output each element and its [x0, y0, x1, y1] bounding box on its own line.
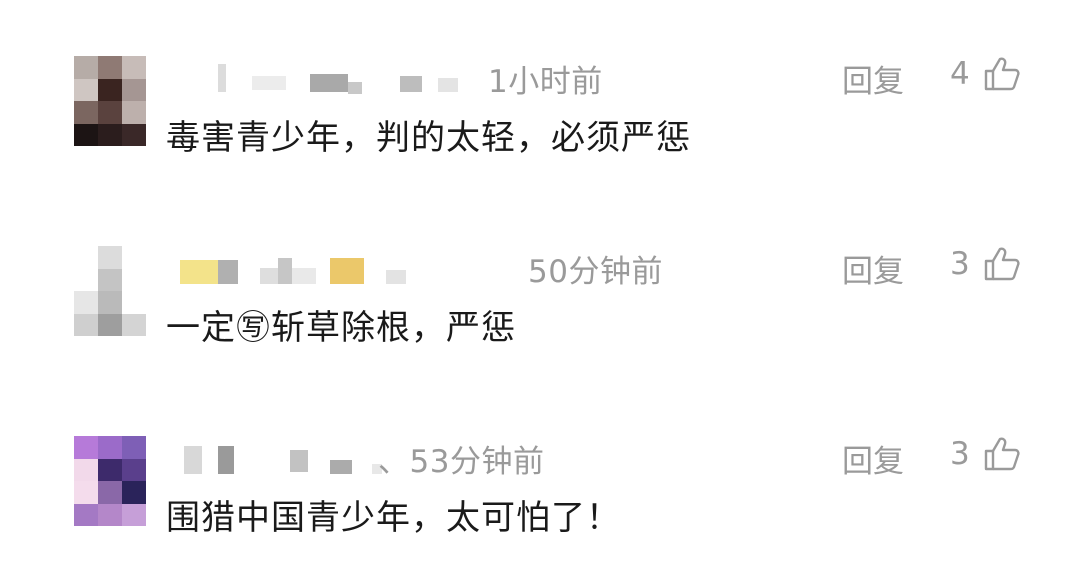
username-blurred[interactable] — [180, 444, 410, 474]
comment-text: 一定㊢斩草除根，严惩 — [166, 308, 516, 348]
username-blurred[interactable] — [190, 64, 480, 94]
thumbs-up-icon[interactable] — [983, 436, 1021, 472]
avatar[interactable] — [74, 56, 146, 146]
avatar[interactable] — [74, 246, 146, 336]
comment-time: 50分钟前 — [528, 254, 663, 290]
thumbs-up-icon[interactable] — [983, 246, 1021, 282]
like-count: 3 — [950, 246, 970, 282]
comment-text: 毒害青少年，判的太轻，必须严惩 — [166, 118, 691, 158]
comment-time: 、53分钟前 — [378, 444, 545, 480]
comment-item: 、53分钟前 回复 3 围猎中国青少年，太可怕了！ — [0, 430, 1080, 550]
reply-button[interactable]: 回复 — [842, 56, 904, 101]
like-count: 3 — [950, 436, 970, 472]
thumbs-up-icon[interactable] — [983, 56, 1021, 92]
like-count: 4 — [950, 56, 970, 92]
reply-button[interactable]: 回复 — [842, 246, 904, 291]
comment-time: 1小时前 — [488, 64, 603, 100]
reply-button[interactable]: 回复 — [842, 436, 904, 481]
comment-item: 1小时前 回复 4 毒害青少年，判的太轻，必须严惩 — [0, 50, 1080, 170]
avatar[interactable] — [74, 436, 146, 526]
username-blurred[interactable] — [180, 254, 510, 284]
comment-text: 围猎中国青少年，太可怕了！ — [166, 498, 621, 538]
comment-item: 50分钟前 回复 3 一定㊢斩草除根，严惩 — [0, 240, 1080, 360]
